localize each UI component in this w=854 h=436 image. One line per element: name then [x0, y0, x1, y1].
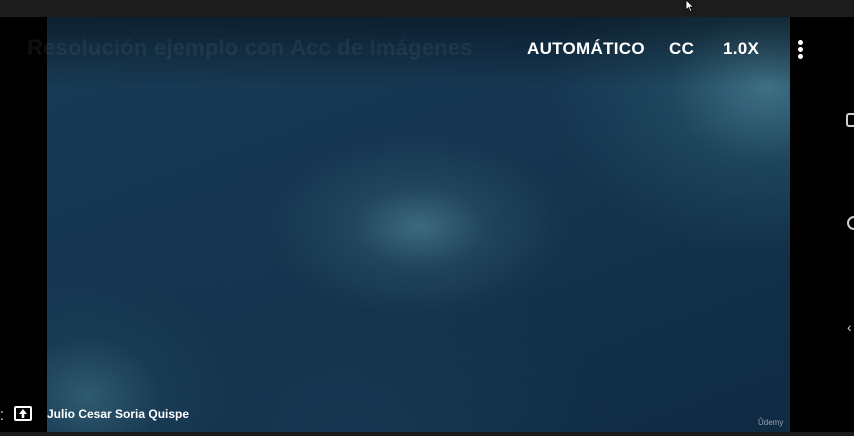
captions-button[interactable]: CC: [669, 39, 694, 59]
bottom-bar: [0, 432, 854, 436]
mouse-cursor-icon: [685, 0, 695, 12]
left-edge-mark: ⁚: [0, 409, 4, 423]
playback-speed-button[interactable]: 1.0X: [723, 39, 759, 59]
upload-icon[interactable]: [14, 406, 32, 421]
top-bar: [0, 0, 854, 17]
video-title: Resolución ejemplo con Acc de Imágenes: [27, 35, 473, 60]
channel-name: Julio Cesar Soria Quispe: [47, 407, 190, 421]
chevron-left-icon[interactable]: ‹: [847, 320, 852, 334]
quality-button[interactable]: AUTOMÁTICO: [527, 39, 645, 59]
watermark-logo: Ûdemy: [758, 418, 784, 427]
side-card-icon[interactable]: [846, 113, 854, 127]
video-player[interactable]: Resolución ejemplo con Acc de Imágenes A…: [0, 17, 854, 432]
more-vert-icon[interactable]: [794, 39, 808, 59]
side-circle-icon[interactable]: [847, 216, 854, 230]
